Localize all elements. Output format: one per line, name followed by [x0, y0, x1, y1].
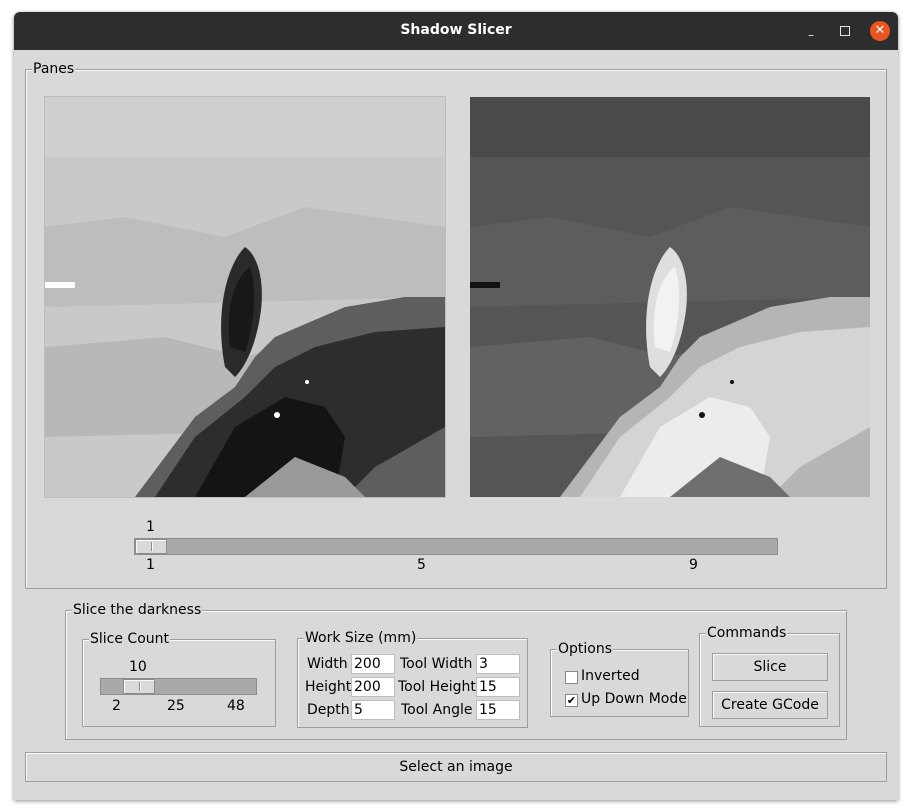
window-title: Shadow Slicer — [400, 22, 512, 38]
height-field[interactable] — [351, 677, 395, 697]
panes-legend: Panes — [32, 61, 76, 77]
slice-count-slider-handle[interactable] — [123, 679, 155, 694]
slice-count-value: 10 — [129, 659, 147, 675]
pane-slider-tick-max: 9 — [689, 557, 698, 573]
slice-button[interactable]: Slice — [712, 653, 828, 681]
pane-slider-value: 1 — [146, 519, 155, 535]
close-icon[interactable]: ✕ — [870, 21, 890, 41]
up-down-mode-label: Up Down Mode — [581, 691, 687, 707]
options-legend: Options — [557, 641, 614, 657]
tool-angle-field[interactable] — [476, 700, 520, 720]
tool-width-field[interactable] — [476, 654, 520, 674]
pane-slider-tick-mid: 5 — [417, 557, 426, 573]
pane-slider-tick-min: 1 — [146, 557, 155, 573]
pane-slider-handle[interactable] — [135, 539, 167, 554]
depth-label: Depth — [307, 702, 350, 718]
slice-count-slider[interactable] — [100, 678, 257, 695]
grayscale-darkness-slice-image — [45, 97, 445, 497]
title-bar[interactable]: Shadow Slicer – ✕ — [14, 12, 898, 50]
height-label: Height — [305, 679, 352, 695]
up-down-mode-checkbox[interactable]: ✔ — [565, 694, 578, 707]
slice-count-tick-min: 2 — [112, 698, 121, 714]
tool-width-label: Tool Width — [400, 656, 473, 672]
right-image-pane — [469, 96, 871, 498]
minimize-icon[interactable]: – — [802, 26, 820, 44]
slice-count-legend: Slice Count — [89, 631, 171, 647]
width-label: Width — [307, 656, 348, 672]
slice-the-darkness-legend: Slice the darkness — [72, 602, 203, 618]
commands-group: Commands Slice Create GCode — [699, 625, 840, 727]
create-gcode-button[interactable]: Create GCode — [712, 691, 828, 719]
work-size-legend: Work Size (mm) — [304, 630, 418, 646]
width-field[interactable] — [351, 654, 395, 674]
grayscale-inverted-preview-image — [470, 97, 870, 497]
app-window: Shadow Slicer – ✕ Panes 1 1 5 9 Slice th… — [14, 12, 898, 800]
tool-height-field[interactable] — [476, 677, 520, 697]
tool-angle-label: Tool Angle — [401, 702, 473, 718]
slice-count-tick-max: 48 — [227, 698, 245, 714]
pane-slider[interactable] — [134, 538, 778, 555]
commands-legend: Commands — [706, 625, 788, 641]
slice-the-darkness-group: Slice the darkness Slice Count 10 2 25 4… — [65, 602, 847, 740]
inverted-checkbox[interactable] — [565, 671, 578, 684]
depth-field[interactable] — [351, 700, 395, 720]
maximize-icon[interactable] — [836, 22, 854, 40]
slice-count-group: Slice Count 10 2 25 48 — [82, 631, 276, 727]
panes-group: Panes 1 1 5 9 — [25, 61, 887, 589]
left-image-pane — [44, 96, 446, 498]
select-image-button[interactable]: Select an image — [25, 752, 887, 782]
tool-height-label: Tool Height — [398, 679, 476, 695]
work-size-group: Work Size (mm) Width Height Depth Tool W… — [297, 630, 528, 728]
options-group: Options Inverted ✔ Up Down Mode — [550, 641, 689, 717]
slice-count-tick-mid: 25 — [167, 698, 185, 714]
inverted-label: Inverted — [581, 668, 640, 684]
